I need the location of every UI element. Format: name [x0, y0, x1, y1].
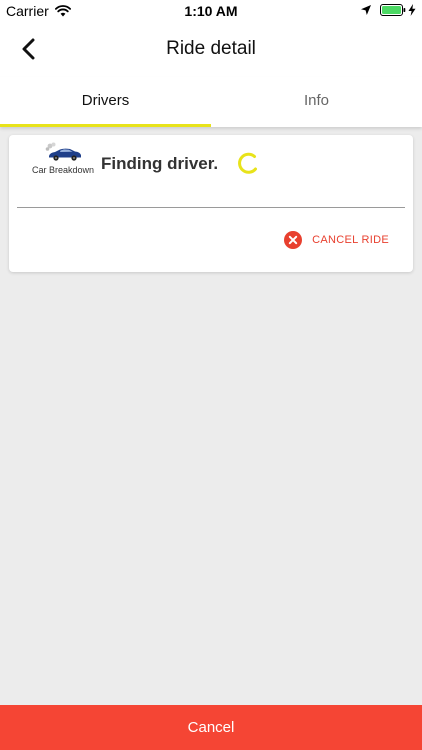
- status-right: [360, 4, 416, 16]
- car-icon: [45, 142, 81, 161]
- battery-icon: [380, 4, 406, 16]
- location-icon: [361, 5, 371, 15]
- navigation-bar: Ride detail: [0, 22, 422, 77]
- status-bar: Carrier 1:10 AM: [0, 0, 422, 22]
- service-label: Car Breakdown: [31, 165, 95, 175]
- status-time: 1:10 AM: [184, 3, 238, 19]
- cancel-ride-button[interactable]: CANCEL RIDE: [284, 231, 389, 249]
- cancel-button[interactable]: Cancel: [0, 705, 422, 750]
- tab-info-label: Info: [303, 92, 330, 109]
- ride-status-card: Car Breakdown Finding driver. CANCEL RID…: [9, 135, 413, 272]
- close-circle-icon: [284, 231, 303, 249]
- tab-bar: Drivers Info: [0, 77, 422, 127]
- tab-info[interactable]: Info: [211, 77, 422, 127]
- ride-status-text: Finding driver.: [101, 154, 219, 173]
- charging-icon: [408, 4, 416, 16]
- ride-detail-screen: Carrier 1:10 AM Ride detail Drivers Info…: [0, 0, 422, 750]
- cancel-button-label: Cancel: [187, 719, 235, 736]
- card-divider: [17, 207, 405, 208]
- tab-drivers[interactable]: Drivers: [0, 77, 211, 127]
- service-type: Car Breakdown: [19, 141, 107, 175]
- cancel-ride-label: CANCEL RIDE: [312, 234, 389, 246]
- tab-drivers-label: Drivers: [81, 92, 130, 109]
- page-title: Ride detail: [166, 38, 256, 59]
- active-tab-indicator: [0, 124, 211, 127]
- loading-spinner-icon: [238, 152, 257, 174]
